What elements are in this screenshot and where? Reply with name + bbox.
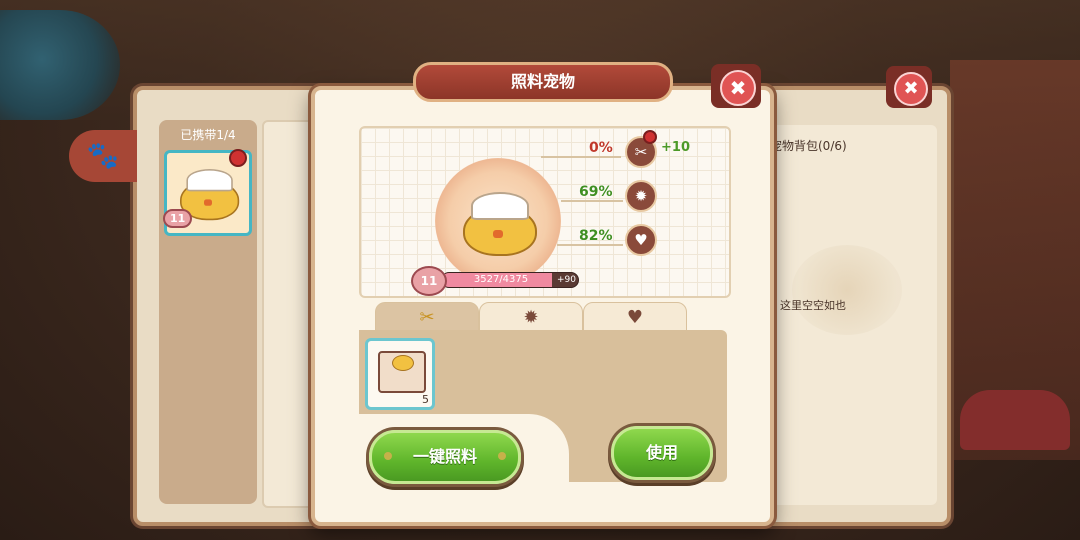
paw-tab[interactable]: 🐾 (69, 130, 137, 182)
notification-dot (643, 130, 657, 144)
barrel-decoration (0, 10, 120, 120)
storage-close-button[interactable]: ✖ (886, 66, 932, 108)
carried-pets-column: 已携带1/4 11 (159, 120, 257, 504)
sun-icon: ✹ (523, 307, 539, 328)
notification-dot (229, 149, 247, 167)
hunger-value: 0% (589, 140, 613, 156)
stool-decoration (960, 390, 1070, 450)
sun-icon: ✹ (625, 180, 657, 212)
dialog-title: 照料宠物 (413, 62, 673, 102)
pet-portrait-ring (435, 158, 561, 284)
feed-category-tabs: ✂ ✹ ♥ (375, 302, 705, 334)
empty-bag-text: 这里空空如也 (780, 299, 846, 312)
paw-icon: 🐾 (86, 141, 120, 171)
heart-icon: ♥ (626, 307, 644, 328)
exp-gain: +90 (557, 275, 576, 285)
fork-spoon-icon: ✂ (419, 307, 435, 328)
carried-pet-level-badge: 11 (163, 209, 193, 228)
chick-icon (392, 355, 414, 371)
affection-value: 82% (579, 228, 613, 244)
dialog-close-button[interactable]: ✖ (711, 64, 761, 108)
mood-value: 69% (579, 184, 613, 200)
bento-box-icon (378, 351, 426, 393)
chick-pet-portrait (463, 192, 537, 256)
heart-icon: ♥ (625, 224, 657, 256)
hunger-bonus: +10 (661, 140, 690, 155)
empty-cloud-icon (792, 245, 902, 335)
chick-pet-icon (180, 169, 240, 221)
pet-status-card: 0% ✂ +10 69% ✹ 82% ♥ 3527/4375 +90 11 (359, 126, 731, 298)
pet-level-badge: 11 (411, 266, 447, 296)
pet-bag-panel: 宠物背包(0/6) 这里空空如也 (762, 125, 937, 505)
carry-count-label: 已携带1/4 (180, 128, 236, 142)
item-count: 5 (422, 393, 429, 406)
feed-all-button[interactable]: 一键照料 (369, 430, 521, 484)
feed-pet-dialog: 0% ✂ +10 69% ✹ 82% ♥ 3527/4375 +90 11 ✂ … (311, 86, 774, 526)
use-button[interactable]: 使用 (611, 426, 713, 480)
carried-pet-slot[interactable]: 11 (163, 149, 252, 236)
close-icon: ✖ (894, 72, 928, 106)
exp-text: 3527/4375 (473, 274, 529, 285)
feed-all-label: 一键照料 (412, 447, 477, 466)
use-label: 使用 (645, 443, 678, 462)
close-icon: ✖ (720, 70, 756, 106)
item-slot-chick-bento[interactable]: 5 (365, 338, 435, 410)
exp-bar: 3527/4375 +90 (441, 272, 579, 288)
pet-bag-title: 宠物背包(0/6) (770, 139, 847, 153)
